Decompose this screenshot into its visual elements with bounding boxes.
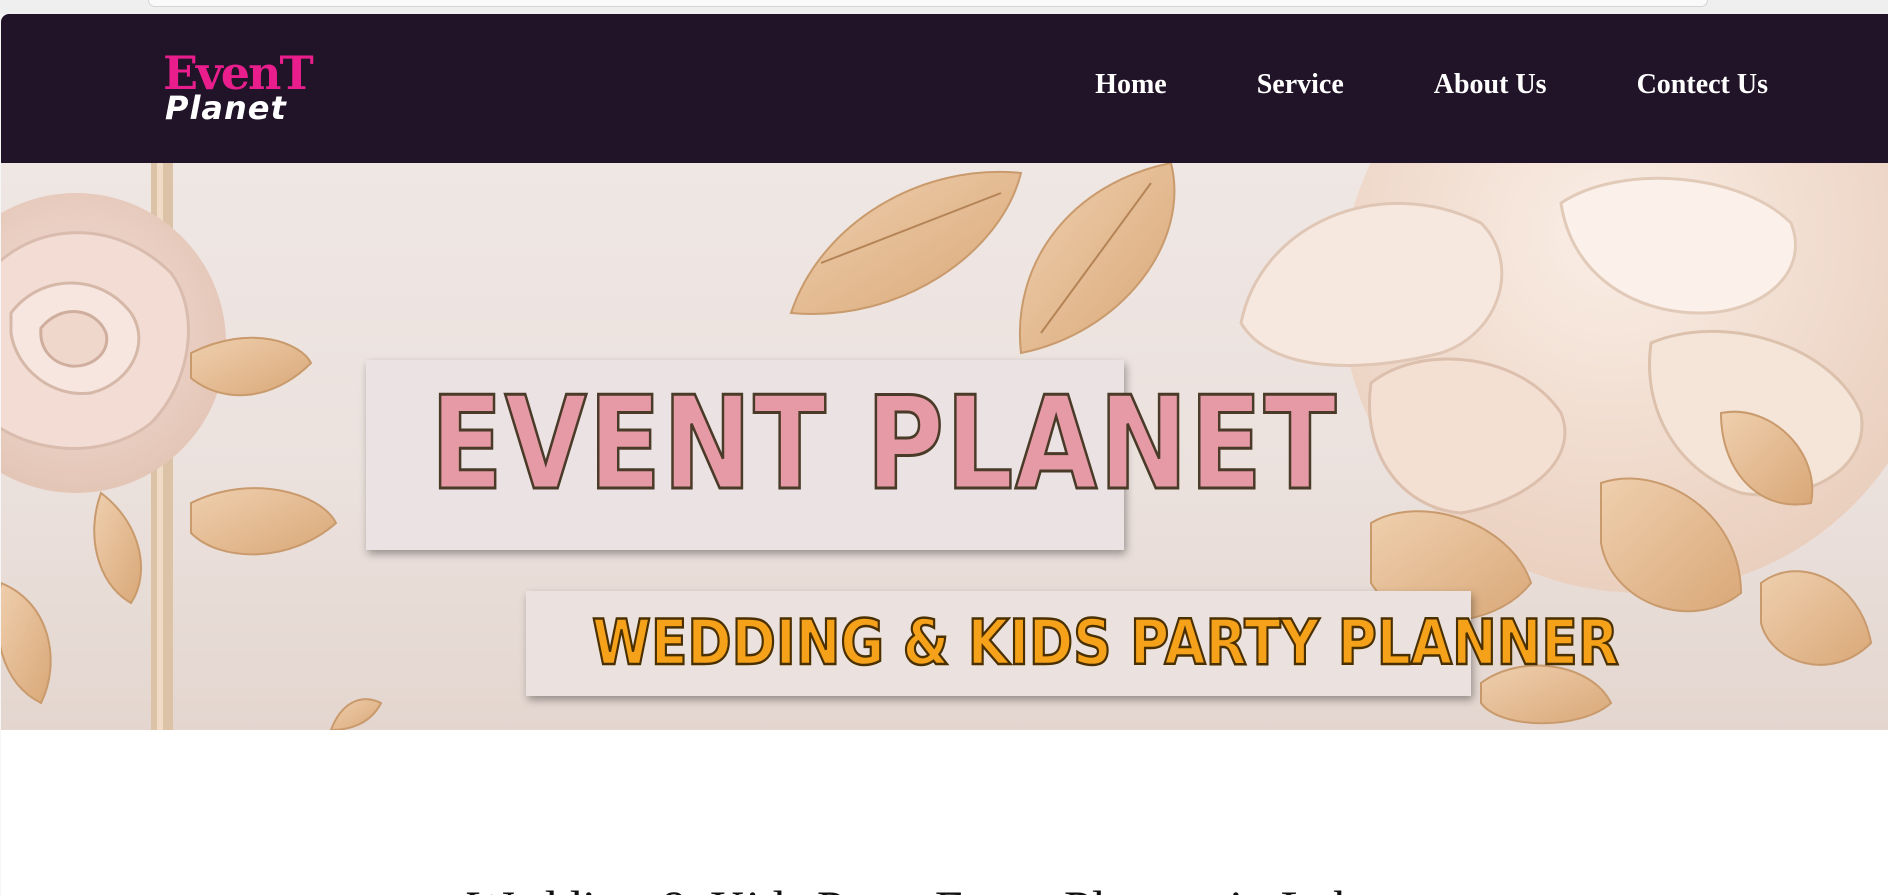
- left-rose-icon: [1, 193, 226, 493]
- nav-about-link[interactable]: About Us: [1434, 69, 1547, 101]
- intro-heading: Wedding & Kids Party Event Planner in La…: [1, 878, 1888, 895]
- top-leaves-icon: [789, 163, 1176, 355]
- logo-planet-text: Planet: [165, 89, 287, 127]
- hero-title-banner: EVENT PLANET: [366, 360, 1338, 550]
- hero-banner: EVENT PLANET WEDDING & KIDS PARTY PLANNE…: [1, 163, 1888, 730]
- hero-title: EVENT PLANET: [429, 369, 1338, 521]
- nav-service-link[interactable]: Service: [1257, 69, 1344, 101]
- hero-subtitle-banner: WEDDING & KIDS PARTY PLANNER: [526, 591, 1620, 696]
- intro-section: Wedding & Kids Party Event Planner in La…: [1, 730, 1888, 895]
- site-logo[interactable]: EvenT Planet: [161, 50, 314, 130]
- site-header: EvenT Planet Home Service About Us Conte…: [1, 14, 1888, 163]
- main-navigation: Home Service About Us Contect Us: [1005, 69, 1768, 101]
- web-page[interactable]: EvenT Planet Home Service About Us Conte…: [1, 14, 1888, 895]
- hero-subtitle: WEDDING & KIDS PARTY PLANNER: [591, 605, 1620, 681]
- address-bar-edge: [148, 0, 1708, 7]
- browser-frame: EvenT Planet Home Service About Us Conte…: [0, 0, 1888, 895]
- nav-home-link[interactable]: Home: [1095, 69, 1167, 101]
- browser-toolbar-edge: [0, 0, 1888, 14]
- right-rose-icon: [1239, 163, 1888, 593]
- nav-contact-link[interactable]: Contect Us: [1637, 69, 1768, 101]
